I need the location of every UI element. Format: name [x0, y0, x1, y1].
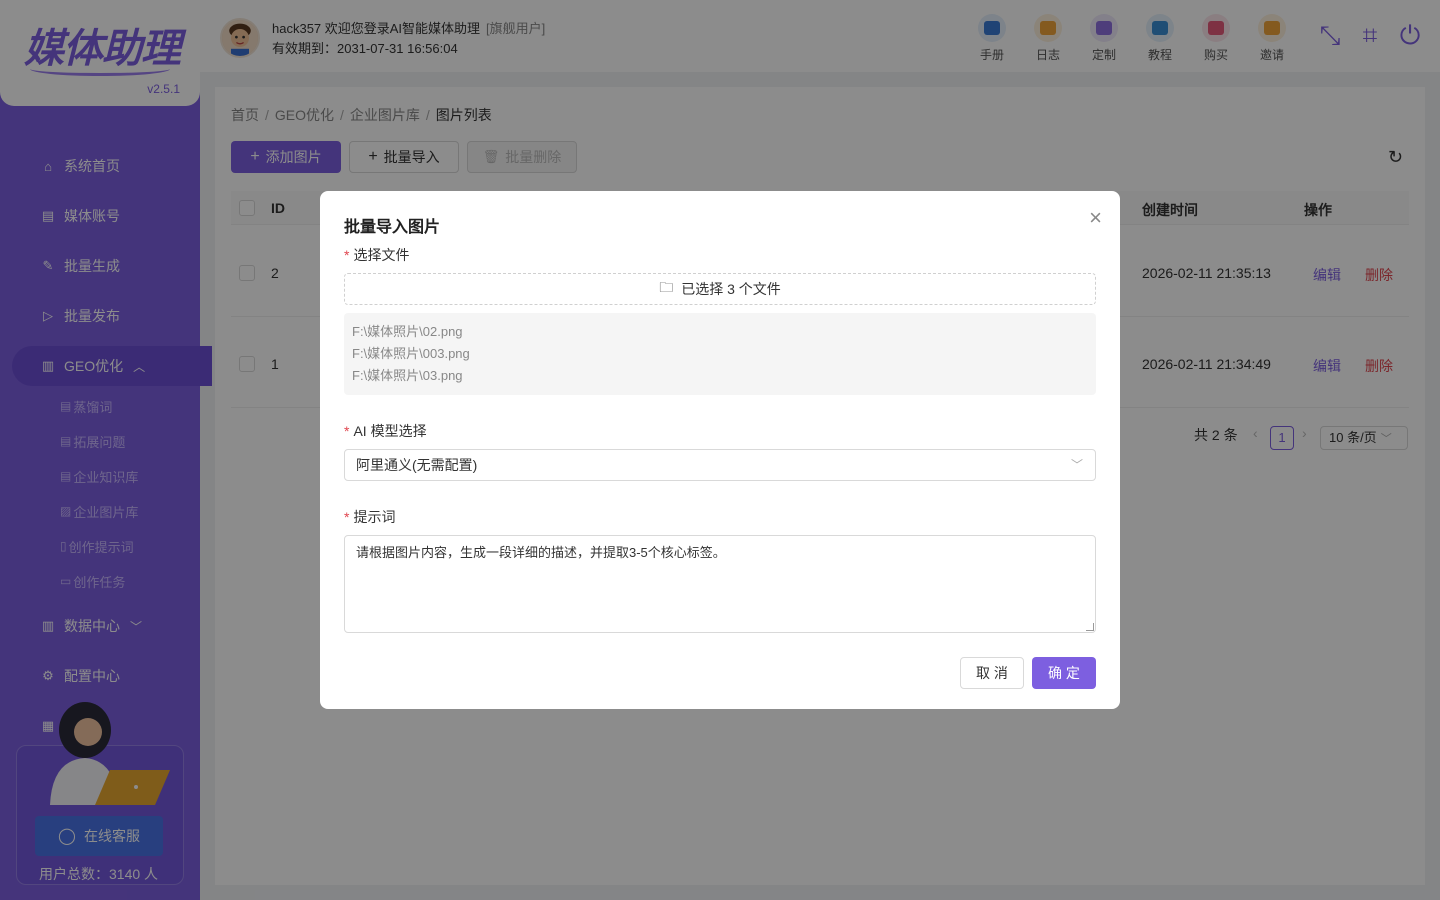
- file-list: F:\媒体照片\02.png F:\媒体照片\003.png F:\媒体照片\0…: [344, 313, 1096, 395]
- file-item: F:\媒体照片\03.png: [352, 368, 463, 383]
- ok-button[interactable]: 确 定: [1032, 657, 1096, 689]
- modal-title: 批量导入图片: [344, 219, 441, 236]
- model-label: * AI 模型选择: [344, 423, 427, 439]
- file-item: F:\媒体照片\02.png: [352, 324, 463, 339]
- prompt-label: * 提示词: [344, 509, 396, 525]
- prompt-textarea[interactable]: 请根据图片内容，生成一段详细的描述，并提取3-5个核心标签。: [344, 535, 1096, 633]
- chevron-down-icon: ﹀: [1070, 458, 1083, 472]
- resize-handle[interactable]: [1086, 623, 1094, 631]
- file-item: F:\媒体照片\003.png: [352, 346, 470, 361]
- cancel-button[interactable]: 取 消: [960, 657, 1024, 689]
- file-select-button[interactable]: 🗀 已选择 3 个文件: [344, 273, 1096, 305]
- close-icon[interactable]: ×: [1089, 207, 1102, 229]
- model-select[interactable]: 阿里通义(无需配置) ﹀: [344, 449, 1096, 481]
- file-label: * 选择文件: [344, 247, 410, 263]
- folder-icon: 🗀: [659, 279, 674, 295]
- batch-import-modal: 批量导入图片 × * 选择文件 🗀 已选择 3 个文件 F:\媒体照片\02.png…: [320, 191, 1120, 709]
